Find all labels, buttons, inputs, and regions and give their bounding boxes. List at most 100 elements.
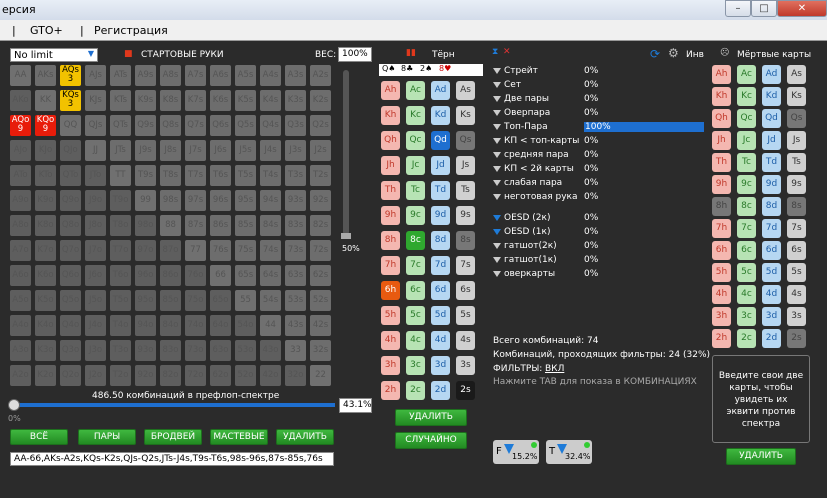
- card-Kd[interactable]: Kd: [762, 87, 781, 106]
- card-Ah[interactable]: Ah: [712, 65, 731, 84]
- hand-cell[interactable]: AA: [10, 65, 31, 86]
- card-4c[interactable]: 4c: [737, 285, 756, 304]
- hand-cell[interactable]: KQo 9: [35, 115, 56, 136]
- pairs-button[interactable]: ПАРЫ: [78, 429, 136, 445]
- hand-cell[interactable]: 77: [185, 240, 206, 261]
- hand-cell[interactable]: J8s: [160, 140, 181, 161]
- hand-cell[interactable]: QJo: [60, 140, 81, 161]
- f-stat-badge[interactable]: F 15.2%: [493, 440, 539, 464]
- hand-cell[interactable]: A4o: [10, 315, 31, 336]
- hand-cell[interactable]: 33: [285, 340, 306, 361]
- hand-cell[interactable]: T9o: [110, 190, 131, 211]
- card-6c[interactable]: 6c: [737, 241, 756, 260]
- card-Jc[interactable]: Jc: [737, 131, 756, 150]
- card-Kh[interactable]: Kh: [381, 106, 400, 125]
- refresh-icon[interactable]: ⟳: [650, 47, 660, 61]
- card-6s[interactable]: 6s: [787, 241, 806, 260]
- hand-cell[interactable]: 84s: [260, 215, 281, 236]
- hand-cell[interactable]: K6s: [210, 90, 231, 111]
- hand-cell[interactable]: T3o: [110, 340, 131, 361]
- hand-cell[interactable]: KTs: [110, 90, 131, 111]
- hand-cell[interactable]: 92s: [310, 190, 331, 211]
- hand-cell[interactable]: 43s: [285, 315, 306, 336]
- card-9c[interactable]: 9c: [737, 175, 756, 194]
- card-2s[interactable]: 2s: [787, 329, 806, 348]
- dead-delete-button[interactable]: УДАЛИТЬ: [726, 448, 796, 465]
- hand-cell[interactable]: K8s: [160, 90, 181, 111]
- hand-cell[interactable]: K5o: [35, 290, 56, 311]
- card-Ad[interactable]: Ad: [762, 65, 781, 84]
- card-7h[interactable]: 7h: [712, 219, 731, 238]
- hand-cell[interactable]: 65s: [235, 265, 256, 286]
- hand-cell[interactable]: A9o: [10, 190, 31, 211]
- hand-cell[interactable]: Q2s: [310, 115, 331, 136]
- hand-cell[interactable]: T4s: [260, 165, 281, 186]
- card-5h[interactable]: 5h: [712, 263, 731, 282]
- hand-cell[interactable]: QTs: [110, 115, 131, 136]
- card-Jc[interactable]: Jc: [406, 156, 425, 175]
- hand-cell[interactable]: J7s: [185, 140, 206, 161]
- hand-cell[interactable]: KJo: [35, 140, 56, 161]
- hand-cell[interactable]: 62o: [210, 365, 231, 386]
- hand-cell[interactable]: 66: [210, 265, 231, 286]
- card-Jh[interactable]: Jh: [712, 131, 731, 150]
- hand-cell[interactable]: ATs: [110, 65, 131, 86]
- hand-cell[interactable]: 94o: [135, 315, 156, 336]
- hand-cell[interactable]: KTo: [35, 165, 56, 186]
- hand-cell[interactable]: K2s: [310, 90, 331, 111]
- hand-cell[interactable]: J5s: [235, 140, 256, 161]
- broadway-button[interactable]: БРОДВЕЙ: [144, 429, 202, 445]
- hand-cell[interactable]: 88: [160, 215, 181, 236]
- hand-cell[interactable]: 63o: [210, 340, 231, 361]
- hand-cell[interactable]: 92o: [135, 365, 156, 386]
- filter-row[interactable]: средняя пара: [493, 150, 569, 160]
- maximize-button[interactable]: □: [751, 0, 777, 17]
- card-6c[interactable]: 6c: [406, 281, 425, 300]
- card-9s[interactable]: 9s: [787, 175, 806, 194]
- card-Js[interactable]: Js: [787, 131, 806, 150]
- card-3d[interactable]: 3d: [762, 307, 781, 326]
- hand-cell[interactable]: A2s: [310, 65, 331, 86]
- hand-cell[interactable]: Q9s: [135, 115, 156, 136]
- hand-cell[interactable]: 85s: [235, 215, 256, 236]
- card-7s[interactable]: 7s: [456, 256, 475, 275]
- card-Ks[interactable]: Ks: [787, 87, 806, 106]
- filter-row[interactable]: гатшот(2к): [493, 241, 557, 251]
- filter-row[interactable]: слабая пара: [493, 178, 562, 188]
- hand-cell[interactable]: 75s: [235, 240, 256, 261]
- hand-cell[interactable]: 74s: [260, 240, 281, 261]
- hand-cell[interactable]: 52s: [310, 290, 331, 311]
- game-type-select[interactable]: No limit ▼: [10, 48, 98, 62]
- hand-cell[interactable]: AJs: [85, 65, 106, 86]
- card-4d[interactable]: 4d: [431, 331, 450, 350]
- hand-cell[interactable]: T6o: [110, 265, 131, 286]
- hand-cell[interactable]: A3s: [285, 65, 306, 86]
- hand-cell[interactable]: Q7s: [185, 115, 206, 136]
- hand-cell[interactable]: K3s: [285, 90, 306, 111]
- card-8c[interactable]: 8c: [737, 197, 756, 216]
- card-7c[interactable]: 7c: [737, 219, 756, 238]
- filter-row[interactable]: КП < топ-карты: [493, 136, 579, 146]
- turn-delete-button[interactable]: УДАЛИТЬ: [395, 409, 467, 426]
- hand-cell[interactable]: 84o: [160, 315, 181, 336]
- card-3h[interactable]: 3h: [381, 356, 400, 375]
- card-Ks[interactable]: Ks: [456, 106, 475, 125]
- hand-cell[interactable]: 73o: [185, 340, 206, 361]
- card-5s[interactable]: 5s: [456, 306, 475, 325]
- card-Ah[interactable]: Ah: [381, 81, 400, 100]
- card-Th[interactable]: Th: [381, 181, 400, 200]
- hand-cell[interactable]: A2o: [10, 365, 31, 386]
- card-7d[interactable]: 7d: [762, 219, 781, 238]
- card-3c[interactable]: 3c: [406, 356, 425, 375]
- all-button[interactable]: ВСЁ: [10, 429, 68, 445]
- menu-gto[interactable]: GTO+: [30, 24, 63, 37]
- card-9h[interactable]: 9h: [381, 206, 400, 225]
- card-9s[interactable]: 9s: [456, 206, 475, 225]
- hand-cell[interactable]: A6s: [210, 65, 231, 86]
- hand-cell[interactable]: 87s: [185, 215, 206, 236]
- hand-cell[interactable]: T8s: [160, 165, 181, 186]
- filter-row[interactable]: Стрейт: [493, 66, 538, 76]
- hand-cell[interactable]: Q7o: [60, 240, 81, 261]
- hand-cell[interactable]: QQ: [60, 115, 81, 136]
- hand-cell[interactable]: K7o: [35, 240, 56, 261]
